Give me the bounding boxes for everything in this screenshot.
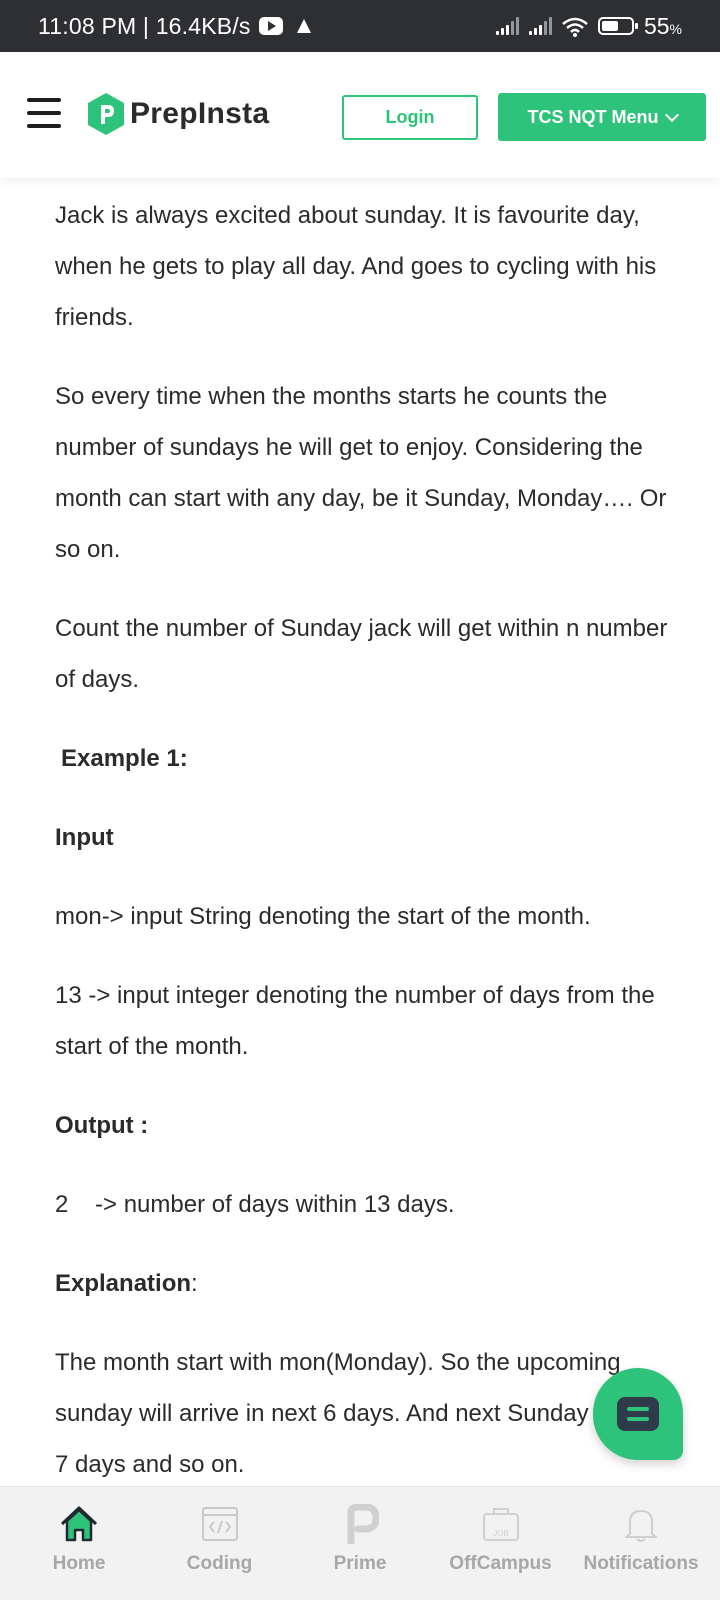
explanation-heading-row: Explanation:: [55, 1258, 675, 1309]
prepinsta-logo[interactable]: PrepInsta: [86, 92, 269, 136]
signal-2-icon: [528, 17, 552, 35]
logo-text: PrepInsta: [130, 97, 270, 130]
battery-percent: 55%: [644, 13, 682, 40]
bottom-navigation: Home Coding Prime JOB OffCampus Notifica…: [0, 1486, 720, 1600]
battery-value: 55: [643, 12, 670, 39]
prime-icon: [340, 1503, 380, 1545]
paragraph-task: Count the number of Sunday jack will get…: [55, 615, 668, 693]
explanation-text: The month start with mon(Monday). So the…: [55, 1349, 667, 1478]
logo-mark-icon: [88, 93, 124, 135]
hamburger-menu-icon[interactable]: [27, 98, 61, 130]
nav-item-prime[interactable]: Prime: [295, 1487, 425, 1600]
code-icon: [200, 1503, 240, 1545]
nav-label-home: Home: [52, 1553, 106, 1574]
battery-icon: [597, 17, 638, 35]
example-heading: Example 1:: [61, 745, 188, 772]
explanation-colon: :: [191, 1270, 198, 1297]
paragraph-intro: Jack is always excited about sunday. It …: [55, 202, 657, 331]
chat-button[interactable]: [593, 1368, 683, 1460]
battery-unit: %: [669, 20, 682, 37]
nav-label-prime: Prime: [333, 1553, 387, 1574]
status-time-speed: 11:08 PM | 16.4KB/s: [38, 12, 251, 39]
input-heading: Input: [55, 824, 114, 851]
tcs-nqt-menu-button[interactable]: TCS NQT Menu: [498, 93, 706, 141]
login-button[interactable]: Login: [342, 95, 478, 140]
nav-label-notifications: Notifications: [583, 1553, 699, 1574]
nav-label-coding: Coding: [186, 1553, 253, 1574]
paragraph-months: So every time when the months starts he …: [55, 383, 667, 563]
site-header: PrepInsta Login TCS NQT Menu: [0, 52, 720, 178]
home-icon: [59, 1503, 99, 1545]
nav-item-offcampus[interactable]: JOB OffCampus: [436, 1487, 566, 1600]
status-bar: 11:08 PM | 16.4KB/s 55%: [0, 0, 720, 52]
navigation-icon: [296, 19, 311, 33]
chevron-down-icon: [664, 107, 679, 123]
youtube-notification-icon: [258, 17, 283, 35]
tcs-nqt-menu-label: TCS NQT Menu: [527, 106, 659, 127]
job-icon: JOB: [481, 1503, 521, 1545]
output-heading: Output :: [55, 1112, 149, 1139]
article-content: Jack is always excited about sunday. It …: [55, 190, 675, 1490]
input-line-2: 13 -> input integer denoting the number …: [55, 982, 655, 1060]
output-line: 2 -> number of days within 13 days.: [55, 1191, 455, 1218]
nav-item-coding[interactable]: Coding: [155, 1487, 285, 1600]
bell-icon: [621, 1503, 661, 1545]
nav-item-notifications[interactable]: Notifications: [576, 1487, 706, 1600]
input-line-1: mon-> input String denoting the start of…: [55, 903, 591, 930]
chat-icon: [617, 1397, 659, 1431]
status-right: 55%: [495, 13, 682, 40]
nav-label-offcampus: OffCampus: [449, 1553, 552, 1574]
signal-1-icon: [495, 17, 519, 35]
nav-item-home[interactable]: Home: [14, 1487, 144, 1600]
explanation-heading: Explanation: [55, 1270, 192, 1297]
status-left: 11:08 PM | 16.4KB/s: [38, 13, 311, 40]
wifi-icon: [562, 16, 588, 37]
svg-text:JOB: JOB: [493, 1529, 509, 1538]
